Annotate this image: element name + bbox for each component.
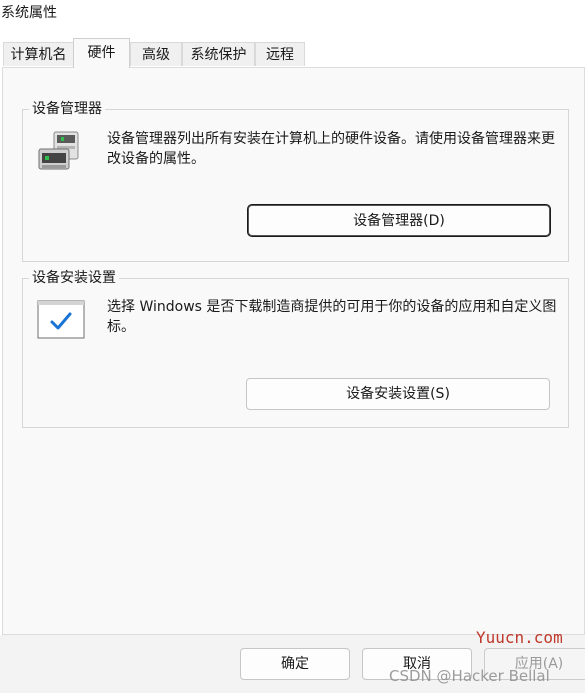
tab-hardware[interactable]: 硬件 [73, 38, 130, 68]
hardware-tab-panel: 设备管理器 设备管理器列出所有安装在计算机上的硬件设备。请使用设备管理器来更改设… [2, 67, 585, 635]
tab-strip: 计算机名 硬件 高级 系统保护 远程 [0, 28, 585, 68]
csdn-watermark: CSDN @Hacker Bellal [389, 667, 550, 685]
tab-system-protection[interactable]: 系统保护 [182, 42, 255, 66]
device-install-icon [37, 300, 85, 339]
device-manager-group: 设备管理器 设备管理器列出所有安装在计算机上的硬件设备。请使用设备管理器来更改设… [22, 99, 569, 262]
title-bar: 系统属性 [0, 0, 585, 28]
ok-button[interactable]: 确定 [240, 648, 350, 680]
tab-advanced[interactable]: 高级 [130, 42, 182, 66]
window-title: 系统属性 [1, 5, 57, 21]
site-watermark: Yuucn.com [476, 628, 563, 647]
device-install-group-label: 设备安装设置 [29, 268, 119, 288]
device-install-description: 选择 Windows 是否下载制造商提供的可用于你的设备的应用和自定义图标。 [107, 299, 557, 335]
tab-remote[interactable]: 远程 [255, 42, 305, 66]
device-manager-icon [38, 131, 79, 170]
device-manager-button[interactable]: 设备管理器(D) [248, 205, 550, 236]
tab-computer-name[interactable]: 计算机名 [3, 42, 74, 66]
device-install-group: 设备安装设置 选择 Windows 是否下载制造商提供的可用于你的设备的应用和自… [22, 268, 569, 428]
device-manager-description: 设备管理器列出所有安装在计算机上的硬件设备。请使用设备管理器来更改设备的属性。 [107, 131, 555, 167]
device-manager-group-label: 设备管理器 [29, 99, 105, 119]
device-install-settings-button[interactable]: 设备安装设置(S) [246, 378, 550, 410]
